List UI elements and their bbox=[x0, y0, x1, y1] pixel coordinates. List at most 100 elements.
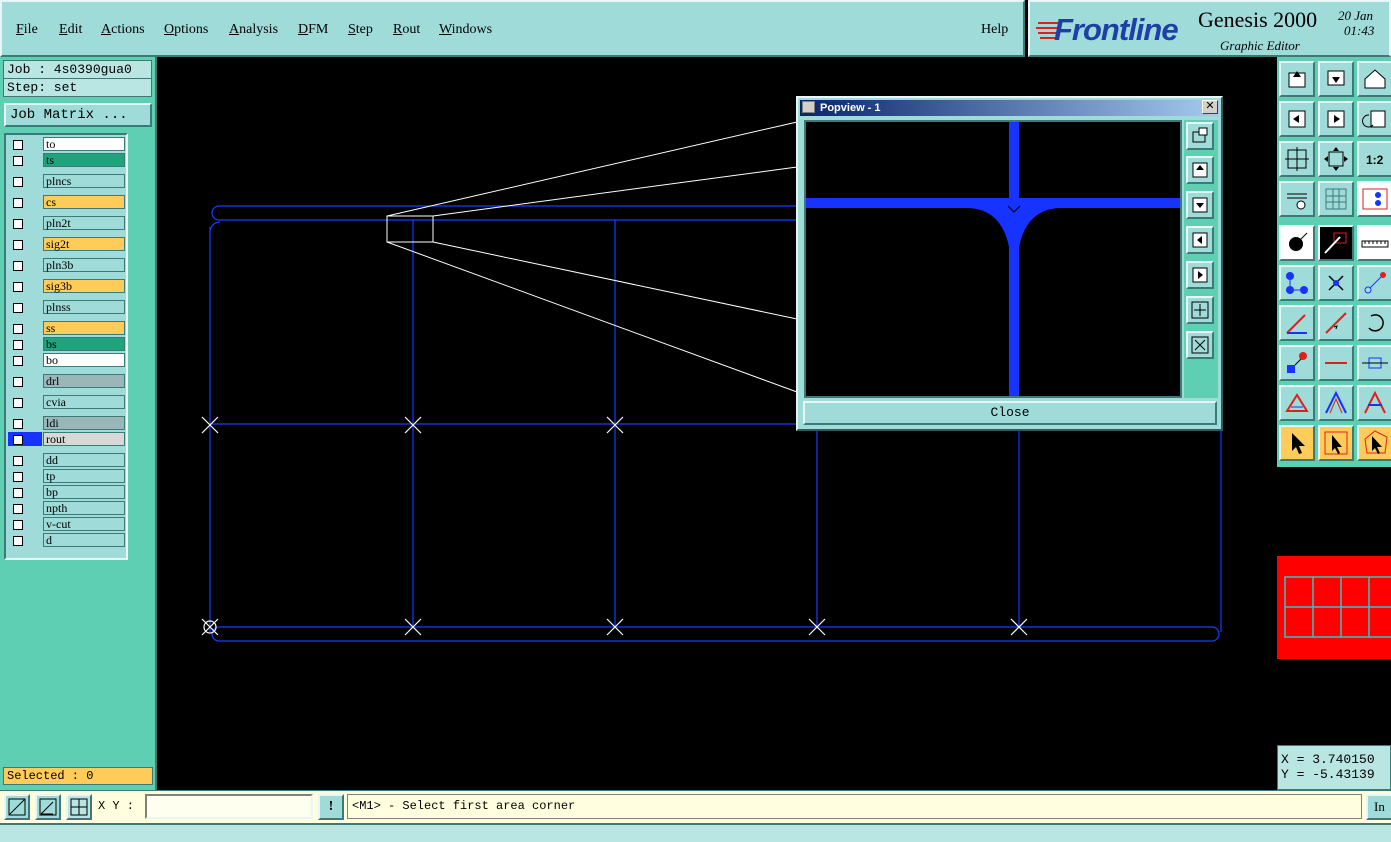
layer-name[interactable]: plncs bbox=[43, 174, 125, 188]
select-pointer-icon[interactable] bbox=[1279, 425, 1315, 461]
layer-checkbox[interactable] bbox=[13, 456, 23, 466]
measure-ruler-icon[interactable] bbox=[1357, 225, 1391, 261]
layer-name[interactable]: bo bbox=[43, 353, 125, 367]
layer-name[interactable]: v-cut bbox=[43, 517, 125, 531]
layer-row-pln2t[interactable]: pln2t bbox=[8, 216, 126, 231]
zoom-fit-icon[interactable] bbox=[1279, 141, 1315, 177]
layer-name[interactable]: dd bbox=[43, 453, 125, 467]
pop-zoom-out-button[interactable] bbox=[1186, 331, 1214, 359]
layer-display-icon[interactable] bbox=[1357, 181, 1391, 217]
draw-line-icon[interactable] bbox=[1318, 305, 1354, 341]
layer-checkbox[interactable] bbox=[13, 377, 23, 387]
layer-name[interactable]: to bbox=[43, 137, 125, 151]
peak-icon[interactable] bbox=[1318, 385, 1354, 421]
layer-name[interactable]: pln2t bbox=[43, 216, 125, 230]
layer-row-rout[interactable]: rout bbox=[8, 432, 126, 447]
layer-checkbox[interactable] bbox=[13, 435, 23, 445]
layer-checkbox[interactable] bbox=[13, 177, 23, 187]
layer-checkbox[interactable] bbox=[13, 303, 23, 313]
layer-row-cs[interactable]: cs bbox=[8, 195, 126, 210]
home-icon[interactable] bbox=[1357, 61, 1391, 97]
add-arc-icon[interactable] bbox=[1357, 265, 1391, 301]
layer-checkbox[interactable] bbox=[13, 472, 23, 482]
pop-zoom-in-button[interactable] bbox=[1186, 296, 1214, 324]
menu-rout[interactable]: Rout bbox=[393, 22, 420, 38]
layer-checkbox[interactable] bbox=[13, 356, 23, 366]
polygon-icon[interactable] bbox=[1279, 385, 1315, 421]
layer-row-drl[interactable]: drl bbox=[8, 374, 126, 389]
snap-grid-icon[interactable] bbox=[66, 794, 92, 820]
in-button[interactable]: In bbox=[1366, 794, 1391, 820]
select-polygon-icon[interactable] bbox=[1357, 425, 1391, 461]
layer-checkbox[interactable] bbox=[13, 282, 23, 292]
layer-row-npth[interactable]: npth bbox=[8, 501, 126, 516]
snap-corner-icon[interactable] bbox=[4, 794, 30, 820]
overview-map[interactable] bbox=[1277, 465, 1391, 745]
pop-pan-left-button[interactable] bbox=[1186, 226, 1214, 254]
layer-row-plncs[interactable]: plncs bbox=[8, 174, 126, 189]
zoom-back-icon[interactable] bbox=[1357, 101, 1391, 137]
layer-checkbox[interactable] bbox=[13, 419, 23, 429]
layer-name[interactable]: ss bbox=[43, 321, 125, 335]
layer-row-pln3b[interactable]: pln3b bbox=[8, 258, 126, 273]
layer-checkbox[interactable] bbox=[13, 398, 23, 408]
menu-file[interactable]: File bbox=[16, 22, 38, 38]
popview-close-button[interactable]: Close bbox=[803, 401, 1217, 425]
zoom-1to2-icon[interactable]: 1:2 bbox=[1357, 141, 1391, 177]
add-pad-icon[interactable] bbox=[1279, 225, 1315, 261]
layer-name[interactable]: ldi bbox=[43, 416, 125, 430]
layer-checkbox[interactable] bbox=[13, 240, 23, 250]
pan-down-icon[interactable] bbox=[1318, 61, 1354, 97]
menu-options[interactable]: Options bbox=[164, 22, 208, 38]
layer-checkbox[interactable] bbox=[13, 219, 23, 229]
layer-name[interactable]: ts bbox=[43, 153, 125, 167]
menu-analysis[interactable]: Analysis bbox=[229, 22, 278, 38]
layer-row-sig3b[interactable]: sig3b bbox=[8, 279, 126, 294]
menu-edit[interactable]: Edit bbox=[59, 22, 82, 38]
rotate-icon[interactable] bbox=[1357, 305, 1391, 341]
layer-row-to[interactable]: to bbox=[8, 137, 126, 152]
layer-name[interactable]: cs bbox=[43, 195, 125, 209]
layer-row-ss[interactable]: ss bbox=[8, 321, 126, 336]
move-pad-icon[interactable] bbox=[1279, 345, 1315, 381]
grid-icon[interactable] bbox=[1318, 181, 1354, 217]
popview-close-x-icon[interactable]: ✕ bbox=[1202, 100, 1218, 114]
layer-name[interactable]: plnss bbox=[43, 300, 125, 314]
segment-icon[interactable] bbox=[1318, 345, 1354, 381]
layer-name[interactable]: d bbox=[43, 533, 125, 547]
menu-help[interactable]: Help bbox=[981, 22, 1008, 38]
pan-left-icon[interactable] bbox=[1279, 101, 1315, 137]
layer-checkbox[interactable] bbox=[13, 340, 23, 350]
angle-line-icon[interactable] bbox=[1279, 305, 1315, 341]
layer-row-cvia[interactable]: cvia bbox=[8, 395, 126, 410]
snap-options-icon[interactable] bbox=[1279, 181, 1315, 217]
menu-windows[interactable]: Windows bbox=[439, 22, 492, 38]
pop-zoom-fit-button[interactable] bbox=[1186, 122, 1214, 150]
add-line-icon[interactable] bbox=[1318, 225, 1354, 261]
stretch-icon[interactable] bbox=[1357, 345, 1391, 381]
layer-checkbox[interactable] bbox=[13, 140, 23, 150]
layer-checkbox[interactable] bbox=[13, 198, 23, 208]
menu-dfm[interactable]: DFM bbox=[298, 22, 328, 38]
layer-row-v-cut[interactable]: v-cut bbox=[8, 517, 126, 532]
delete-cross-icon[interactable] bbox=[1318, 265, 1354, 301]
layer-name[interactable]: pln3b bbox=[43, 258, 125, 272]
menu-step[interactable]: Step bbox=[348, 22, 373, 38]
layer-row-sig2t[interactable]: sig2t bbox=[8, 237, 126, 252]
zoom-home-icon[interactable] bbox=[1279, 61, 1315, 97]
layer-name[interactable]: rout bbox=[43, 432, 125, 446]
layer-row-ldi[interactable]: ldi bbox=[8, 416, 126, 431]
layer-checkbox[interactable] bbox=[13, 520, 23, 530]
warning-button[interactable]: ! bbox=[318, 794, 344, 820]
layer-name[interactable]: npth bbox=[43, 501, 125, 515]
layer-checkbox[interactable] bbox=[13, 504, 23, 514]
layer-row-dd[interactable]: dd bbox=[8, 453, 126, 468]
layer-row-bs[interactable]: bs bbox=[8, 337, 126, 352]
layer-name[interactable]: sig3b bbox=[43, 279, 125, 293]
xy-input[interactable] bbox=[145, 794, 313, 819]
zoom-in-icon[interactable] bbox=[1318, 141, 1354, 177]
layer-row-tp[interactable]: tp bbox=[8, 469, 126, 484]
connect-nodes-icon[interactable] bbox=[1279, 265, 1315, 301]
layer-row-bp[interactable]: bp bbox=[8, 485, 126, 500]
layer-row-ts[interactable]: ts bbox=[8, 153, 126, 168]
